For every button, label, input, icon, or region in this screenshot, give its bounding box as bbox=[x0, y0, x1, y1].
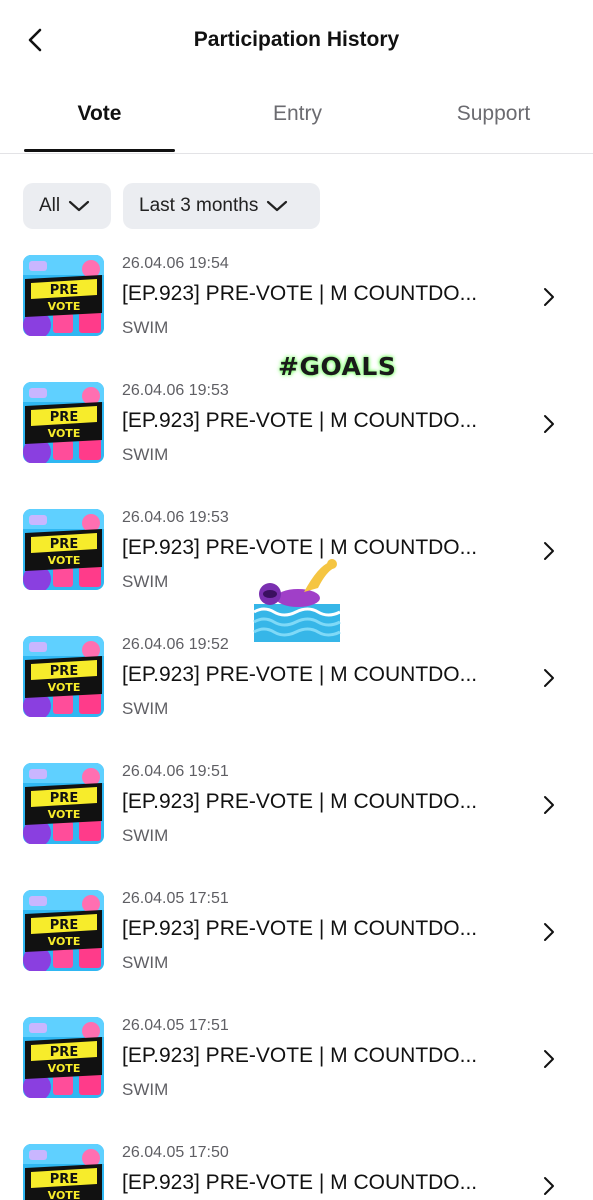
item-artist: SWIM bbox=[122, 1080, 169, 1099]
thumbnail-bottom-text: VOTE bbox=[48, 935, 81, 948]
item-artist: SWIM bbox=[122, 318, 169, 337]
filter-all-dropdown[interactable]: All bbox=[23, 183, 111, 229]
thumbnail: PRE VOTE bbox=[23, 255, 104, 336]
item-date: 26.04.06 19:53 bbox=[122, 509, 229, 526]
thumbnail-top-text: PRE bbox=[50, 918, 78, 933]
list-item[interactable]: PRE VOTE 26.04.05 17:51 [EP.923] PRE-VOT… bbox=[0, 1002, 593, 1129]
list-item[interactable]: PRE VOTE 26.04.05 17:50 [EP.923] PRE-VOT… bbox=[0, 1129, 593, 1200]
item-title: [EP.923] PRE-VOTE | M COUNTDO... bbox=[122, 917, 478, 940]
thumbnail: PRE VOTE bbox=[23, 1017, 104, 1098]
chevron-right-icon bbox=[544, 669, 554, 687]
chevron-right-icon bbox=[544, 796, 554, 814]
item-title: [EP.923] PRE-VOTE | M COUNTDO... bbox=[122, 1171, 478, 1194]
tab-entry[interactable]: Entry bbox=[222, 102, 373, 126]
list-item[interactable]: PRE VOTE 26.04.06 19:53 [EP.923] PRE-VOT… bbox=[0, 367, 593, 494]
item-title: [EP.923] PRE-VOTE | M COUNTDO... bbox=[122, 282, 478, 305]
item-date: 26.04.06 19:52 bbox=[122, 636, 229, 653]
tab-vote[interactable]: Vote bbox=[24, 102, 175, 126]
chevron-right-icon bbox=[544, 542, 554, 560]
item-date: 26.04.05 17:51 bbox=[122, 890, 229, 907]
active-tab-indicator bbox=[24, 149, 175, 152]
list-item[interactable]: PRE VOTE 26.04.06 19:51 [EP.923] PRE-VOT… bbox=[0, 748, 593, 875]
thumbnail-bottom-text: VOTE bbox=[48, 1062, 81, 1075]
item-artist: SWIM bbox=[122, 953, 169, 972]
thumbnail-bottom-text: VOTE bbox=[48, 1189, 81, 1200]
header: Participation History bbox=[0, 0, 593, 82]
chevron-down-icon bbox=[267, 200, 288, 212]
filter-period-label: Last 3 months bbox=[139, 195, 259, 216]
item-date: 26.04.06 19:54 bbox=[122, 255, 229, 272]
item-date: 26.04.06 19:51 bbox=[122, 763, 229, 780]
chevron-right-icon bbox=[544, 288, 554, 306]
item-title: [EP.923] PRE-VOTE | M COUNTDO... bbox=[122, 1044, 478, 1067]
goals-sticker: #GOALS bbox=[278, 352, 397, 381]
item-title: [EP.923] PRE-VOTE | M COUNTDO... bbox=[122, 663, 478, 686]
item-date: 26.04.05 17:51 bbox=[122, 1017, 229, 1034]
chevron-down-icon bbox=[69, 200, 90, 212]
item-date: 26.04.05 17:50 bbox=[122, 1144, 229, 1161]
tab-bar: Vote Entry Support bbox=[0, 90, 593, 154]
thumbnail-bottom-text: VOTE bbox=[48, 808, 81, 821]
tab-support[interactable]: Support bbox=[418, 102, 569, 126]
list-item[interactable]: PRE VOTE 26.04.06 19:54 [EP.923] PRE-VOT… bbox=[0, 240, 593, 367]
thumbnail: PRE VOTE bbox=[23, 763, 104, 844]
item-artist: SWIM bbox=[122, 699, 169, 718]
thumbnail-top-text: PRE bbox=[50, 1045, 78, 1060]
thumbnail: PRE VOTE bbox=[23, 636, 104, 717]
thumbnail: PRE VOTE bbox=[23, 1144, 104, 1200]
chevron-right-icon bbox=[544, 923, 554, 941]
item-title: [EP.923] PRE-VOTE | M COUNTDO... bbox=[122, 790, 478, 813]
thumbnail-top-text: PRE bbox=[50, 410, 78, 425]
thumbnail-top-text: PRE bbox=[50, 283, 78, 298]
page-title: Participation History bbox=[193, 28, 400, 51]
chevron-right-icon bbox=[544, 1177, 554, 1195]
thumbnail-bottom-text: VOTE bbox=[48, 681, 81, 694]
filter-all-label: All bbox=[39, 195, 61, 216]
thumbnail-bottom-text: VOTE bbox=[48, 427, 81, 440]
thumbnail-top-text: PRE bbox=[50, 664, 78, 679]
item-artist: SWIM bbox=[122, 826, 169, 845]
item-title: [EP.923] PRE-VOTE | M COUNTDO... bbox=[122, 409, 478, 432]
item-date: 26.04.06 19:53 bbox=[122, 382, 229, 399]
chevron-right-icon bbox=[544, 415, 554, 433]
item-artist: SWIM bbox=[122, 572, 169, 591]
chevron-right-icon bbox=[544, 1050, 554, 1068]
list-item[interactable]: PRE VOTE 26.04.05 17:51 [EP.923] PRE-VOT… bbox=[0, 875, 593, 1002]
thumbnail-bottom-text: VOTE bbox=[48, 300, 81, 313]
thumbnail-top-text: PRE bbox=[50, 1172, 78, 1187]
filter-period-dropdown[interactable]: Last 3 months bbox=[123, 183, 320, 229]
item-title: [EP.923] PRE-VOTE | M COUNTDO... bbox=[122, 536, 478, 559]
thumbnail: PRE VOTE bbox=[23, 509, 104, 590]
item-artist: SWIM bbox=[122, 445, 169, 464]
thumbnail: PRE VOTE bbox=[23, 890, 104, 971]
thumbnail-top-text: PRE bbox=[50, 537, 78, 552]
thumbnail-bottom-text: VOTE bbox=[48, 554, 81, 567]
thumbnail: PRE VOTE bbox=[23, 382, 104, 463]
swimmer-icon bbox=[253, 559, 341, 642]
thumbnail-top-text: PRE bbox=[50, 791, 78, 806]
